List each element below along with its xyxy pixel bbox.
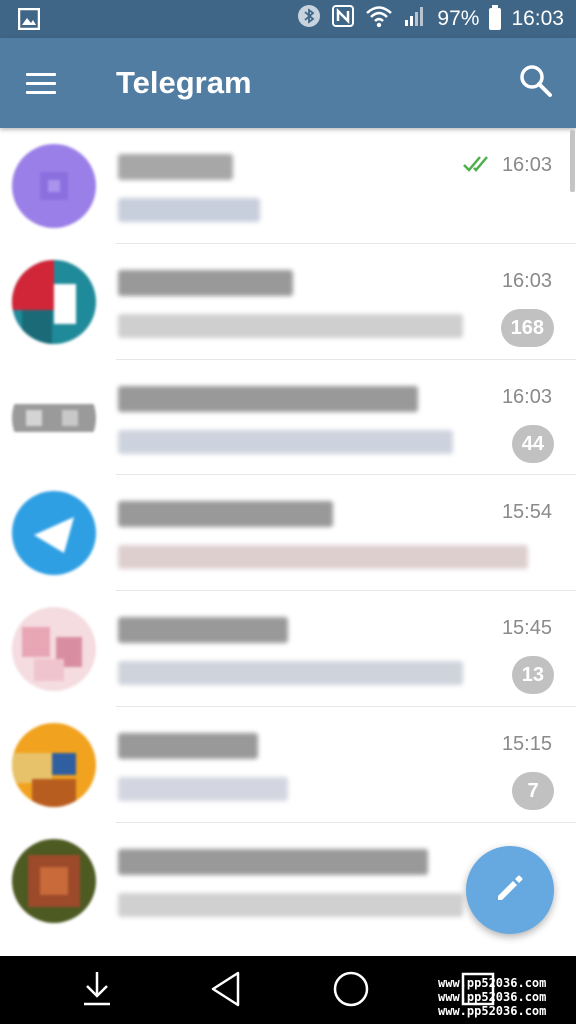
avatar bbox=[12, 375, 96, 460]
unread-badge: 168 bbox=[500, 308, 554, 347]
chat-name-redacted bbox=[118, 501, 333, 528]
back-icon[interactable] bbox=[208, 970, 244, 1013]
chat-name-redacted bbox=[118, 848, 428, 875]
chat-preview-redacted bbox=[118, 892, 463, 917]
avatar bbox=[12, 607, 96, 692]
unread-badge: 7 bbox=[512, 771, 554, 810]
chat-preview-redacted bbox=[118, 429, 453, 454]
chat-preview-redacted bbox=[118, 545, 528, 570]
chat-row[interactable]: 15:54 bbox=[0, 475, 576, 592]
avatar bbox=[12, 838, 96, 923]
chat-row[interactable]: 15:15 7 bbox=[0, 707, 576, 823]
bluetooth-icon bbox=[297, 4, 321, 34]
chat-time: 16:03 bbox=[501, 385, 552, 408]
chat-preview-redacted bbox=[118, 198, 260, 222]
chat-name-redacted bbox=[118, 385, 418, 412]
chat-time: 15:45 bbox=[501, 617, 552, 640]
chat-time: 16:03 bbox=[501, 154, 552, 176]
wifi-icon bbox=[365, 4, 393, 34]
battery-icon bbox=[489, 5, 502, 30]
navigation-bar: www.pp52036.com www.pp52036.com www.pp52… bbox=[0, 956, 576, 1024]
app-bar: Telegram bbox=[0, 38, 576, 128]
chat-preview-redacted bbox=[118, 776, 288, 801]
chat-preview-redacted bbox=[118, 313, 463, 338]
app-title: Telegram bbox=[116, 65, 252, 100]
chat-name-redacted bbox=[118, 617, 288, 644]
unread-badge: 44 bbox=[511, 424, 554, 463]
avatar bbox=[12, 491, 96, 576]
chat-time: 16:03 bbox=[501, 269, 552, 292]
home-icon[interactable] bbox=[332, 970, 370, 1013]
chat-row[interactable]: 15:45 13 bbox=[0, 591, 576, 707]
watermark: www.pp52036.com www.pp52036.com www.pp52… bbox=[438, 976, 547, 1018]
chat-name-redacted bbox=[118, 732, 258, 759]
scrollbar[interactable] bbox=[570, 130, 575, 192]
pencil-icon bbox=[493, 871, 527, 910]
search-icon[interactable] bbox=[518, 63, 554, 99]
chat-name-redacted bbox=[118, 154, 233, 180]
gallery-icon bbox=[17, 7, 41, 35]
chat-time: 15:15 bbox=[501, 732, 552, 755]
battery-percent: 97% bbox=[437, 7, 480, 30]
chat-row[interactable]: 16:03 168 bbox=[0, 244, 576, 360]
avatar bbox=[12, 144, 96, 228]
unread-badge: 13 bbox=[511, 656, 554, 695]
hamburger-menu-icon[interactable] bbox=[26, 68, 62, 98]
double-check-icon bbox=[462, 154, 494, 179]
chat-row[interactable]: 16:03 bbox=[0, 128, 576, 244]
nfc-icon bbox=[331, 4, 355, 34]
compose-button[interactable] bbox=[466, 846, 554, 934]
signal-icon bbox=[403, 4, 427, 34]
chat-name-redacted bbox=[118, 269, 293, 296]
status-clock: 16:03 bbox=[511, 7, 564, 30]
avatar bbox=[12, 259, 96, 344]
chat-list: 16:03 16:03 168 16:03 44 15:54 15:45 13 … bbox=[0, 128, 576, 956]
chat-row[interactable]: 16:03 44 bbox=[0, 360, 576, 476]
download-icon[interactable] bbox=[80, 970, 114, 1013]
avatar bbox=[12, 722, 96, 807]
chat-time: 15:54 bbox=[501, 501, 552, 524]
chat-preview-redacted bbox=[118, 661, 463, 686]
status-bar: 97% 16:03 bbox=[0, 0, 576, 38]
